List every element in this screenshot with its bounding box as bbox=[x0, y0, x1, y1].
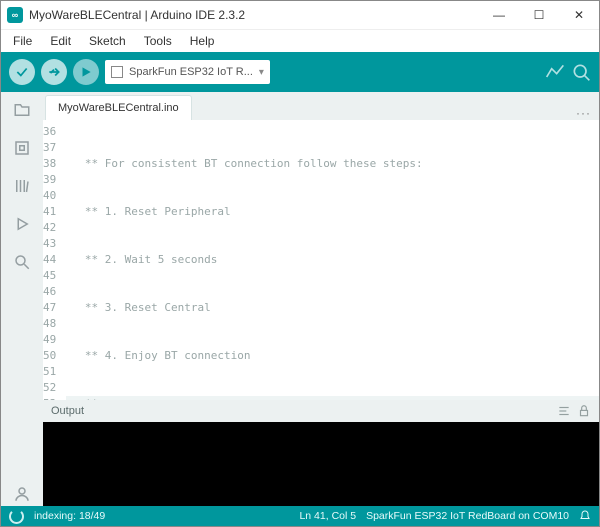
library-manager-icon[interactable] bbox=[10, 174, 34, 198]
board-connected-icon bbox=[111, 66, 123, 78]
status-board: SparkFun ESP32 IoT RedBoard on COM10 bbox=[366, 510, 569, 522]
editor-tabs: MyoWareBLECentral.ino ··· bbox=[43, 92, 599, 120]
status-cursor: Ln 41, Col 5 bbox=[299, 510, 356, 522]
output-align-icon[interactable] bbox=[557, 404, 571, 418]
tab-label: MyoWareBLECentral.ino bbox=[58, 102, 179, 114]
window-title: MyoWareBLECentral | Arduino IDE 2.3.2 bbox=[29, 8, 479, 22]
tab-overflow-icon[interactable]: ··· bbox=[576, 106, 591, 120]
minimize-button[interactable]: — bbox=[479, 1, 519, 29]
chevron-down-icon: ▾ bbox=[259, 67, 264, 78]
activity-bar bbox=[1, 92, 43, 506]
title-bar: ∞ MyoWareBLECentral | Arduino IDE 2.3.2 … bbox=[1, 1, 599, 30]
tab-file[interactable]: MyoWareBLECentral.ino bbox=[45, 95, 192, 120]
status-indexing: indexing: 18/49 bbox=[34, 510, 105, 522]
account-icon[interactable] bbox=[10, 482, 34, 506]
serial-monitor-icon[interactable] bbox=[571, 62, 591, 82]
menu-bar: File Edit Sketch Tools Help bbox=[1, 30, 599, 52]
search-icon[interactable] bbox=[10, 250, 34, 274]
menu-edit[interactable]: Edit bbox=[42, 32, 79, 50]
output-header: Output bbox=[43, 400, 599, 422]
serial-plotter-icon[interactable] bbox=[545, 62, 565, 82]
status-bar: indexing: 18/49 Ln 41, Col 5 SparkFun ES… bbox=[1, 506, 599, 526]
output-lock-icon[interactable] bbox=[577, 404, 591, 418]
boards-manager-icon[interactable] bbox=[10, 136, 34, 160]
menu-tools[interactable]: Tools bbox=[136, 32, 180, 50]
code-editor[interactable]: 3637383940414243444546474849505152535455… bbox=[43, 120, 599, 400]
close-button[interactable]: ✕ bbox=[559, 1, 599, 29]
debug-button[interactable] bbox=[73, 59, 99, 85]
spinner-icon bbox=[9, 509, 24, 524]
line-gutter: 3637383940414243444546474849505152535455… bbox=[43, 120, 66, 400]
upload-button[interactable] bbox=[41, 59, 67, 85]
menu-file[interactable]: File bbox=[5, 32, 40, 50]
output-title: Output bbox=[51, 405, 84, 417]
current-line: ** bbox=[66, 396, 599, 400]
notifications-icon[interactable] bbox=[579, 510, 591, 522]
board-selector[interactable]: SparkFun ESP32 IoT R... ▾ bbox=[105, 60, 270, 84]
debug-icon[interactable] bbox=[10, 212, 34, 236]
output-panel[interactable] bbox=[43, 422, 599, 506]
sketchbook-icon[interactable] bbox=[10, 98, 34, 122]
code-area[interactable]: ** For consistent BT connection follow t… bbox=[66, 120, 599, 400]
app-icon: ∞ bbox=[7, 7, 23, 23]
board-name: SparkFun ESP32 IoT R... bbox=[129, 66, 253, 78]
menu-sketch[interactable]: Sketch bbox=[81, 32, 134, 50]
maximize-button[interactable]: ☐ bbox=[519, 1, 559, 29]
verify-button[interactable] bbox=[9, 59, 35, 85]
toolbar: SparkFun ESP32 IoT R... ▾ bbox=[1, 52, 599, 92]
menu-help[interactable]: Help bbox=[182, 32, 223, 50]
